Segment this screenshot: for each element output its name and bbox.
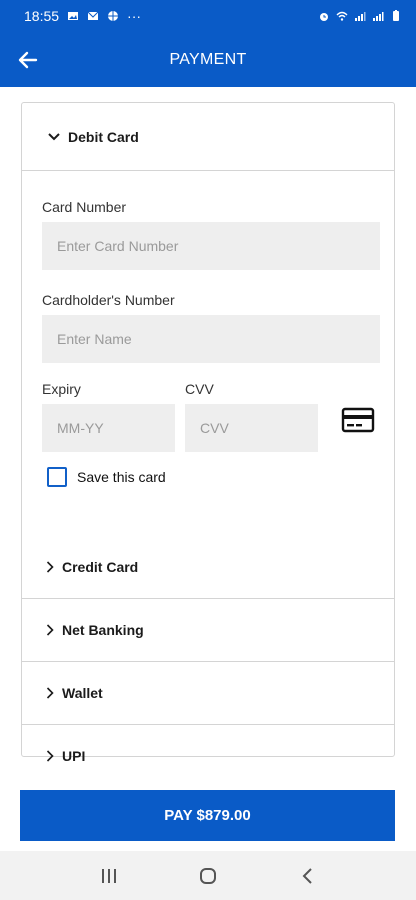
net-banking-label: Net Banking (62, 622, 144, 638)
gallery-icon (68, 12, 79, 20)
app-bar: PAYMENT (0, 32, 416, 87)
cvv-input[interactable] (185, 404, 318, 452)
chevron-down-icon (48, 132, 60, 140)
wallet-label: Wallet (62, 685, 103, 701)
upi-label: UPI (62, 748, 86, 764)
home-button[interactable] (188, 856, 228, 896)
payment-methods-panel: Debit Card Card Number Cardholder's Numb… (21, 102, 395, 764)
expiry-label: Expiry (42, 381, 81, 397)
back-nav-button[interactable] (287, 856, 327, 896)
save-card-label: Save this card (77, 469, 166, 485)
credit-card-icon (341, 407, 375, 433)
debit-card-header[interactable]: Debit Card (22, 103, 394, 170)
chevron-right-icon (46, 624, 54, 636)
battery-icon (393, 10, 399, 21)
chevron-right-icon (46, 687, 54, 699)
cardholder-label: Cardholder's Number (42, 292, 175, 308)
chevron-right-icon (46, 750, 54, 762)
recent-apps-icon (102, 868, 117, 883)
alarm-icon (320, 13, 328, 21)
debit-card-title: Debit Card (68, 128, 139, 145)
home-icon (199, 867, 216, 884)
status-time: 18:55 (24, 8, 60, 24)
signal-icon (355, 12, 366, 21)
recent-apps-button[interactable] (89, 856, 129, 896)
system-nav-bar (0, 851, 416, 900)
arrow-left-icon (18, 51, 38, 69)
status-more: ··· (127, 8, 142, 24)
mail-icon (87, 11, 99, 20)
net-banking-header[interactable]: Net Banking (22, 599, 394, 661)
chevron-left-icon (302, 867, 312, 884)
status-left: 18:55 ··· (24, 8, 141, 24)
status-bar: 18:55 ··· (0, 0, 416, 32)
signal-2-icon (373, 12, 384, 21)
status-right (318, 10, 402, 22)
pay-button[interactable]: PAY $879.00 (20, 790, 395, 841)
page-title: PAYMENT (169, 50, 247, 68)
globe-icon (108, 11, 119, 21)
wifi-icon (336, 11, 348, 21)
cardholder-name-input[interactable] (42, 315, 380, 363)
cvv-label: CVV (185, 381, 214, 397)
expiry-input[interactable] (42, 404, 175, 452)
credit-card-label: Credit Card (62, 559, 139, 575)
card-number-label: Card Number (42, 199, 127, 215)
debit-card-form: Card Number Cardholder's Number Expiry C… (22, 171, 394, 536)
credit-card-header[interactable]: Credit Card (22, 536, 394, 598)
chevron-right-icon (46, 561, 54, 573)
card-number-input[interactable] (42, 222, 380, 270)
save-card-row[interactable]: Save this card (47, 467, 379, 487)
wallet-header[interactable]: Wallet (22, 662, 394, 724)
save-card-checkbox[interactable] (47, 467, 67, 487)
back-button[interactable] (14, 46, 42, 74)
upi-header[interactable]: UPI (22, 725, 394, 787)
